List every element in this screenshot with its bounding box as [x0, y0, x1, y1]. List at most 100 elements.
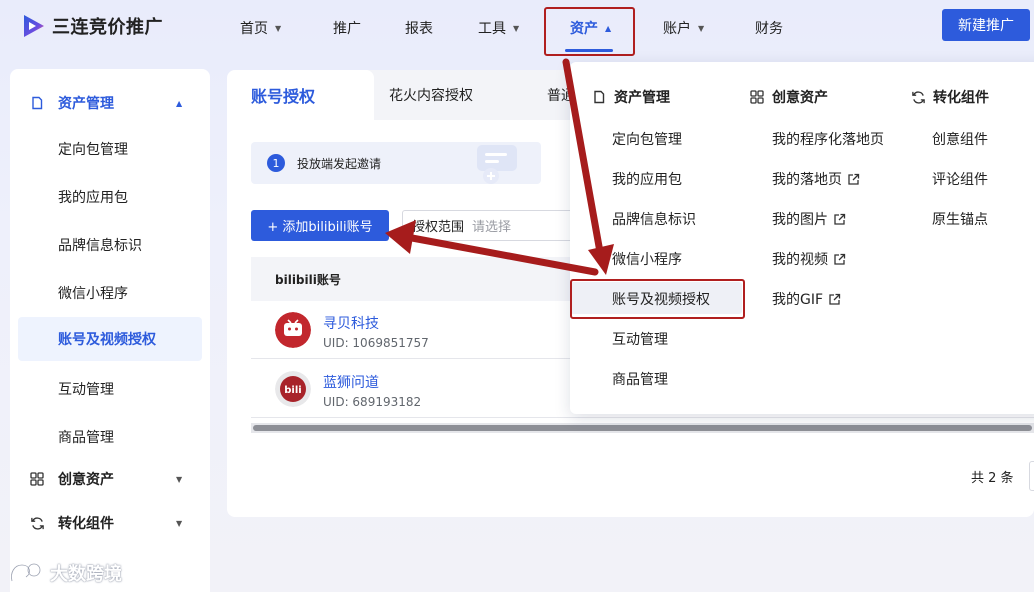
- top-navbar: 三连竞价推广 首页 ▼ 推广 报表 工具 ▼ 资产 ▲ 账户 ▼ 财务 新建推广: [0, 0, 1034, 56]
- nav-report[interactable]: 报表: [405, 18, 433, 38]
- sidebar: 资产管理 ▲ 定向包管理 我的应用包 品牌信息标识 微信小程序 账号及视频授权 …: [10, 69, 210, 592]
- chat-illustration-icon: [477, 145, 517, 184]
- nav-home[interactable]: 首页 ▼: [240, 18, 281, 38]
- tab-spark-auth[interactable]: 花火内容授权: [389, 70, 473, 120]
- refresh-icon: [910, 89, 926, 105]
- dropdown-item-native-anchor[interactable]: 原生锚点: [932, 209, 988, 229]
- grid-icon: [749, 89, 765, 105]
- document-icon: [29, 95, 45, 111]
- dropdown-col-title: 资产管理: [614, 90, 670, 106]
- sidebar-item-wechat-mini[interactable]: 微信小程序: [58, 283, 128, 303]
- auth-scope-select[interactable]: 授权范围 请选择: [402, 210, 582, 241]
- column-header-account: bilibili账号: [275, 272, 341, 287]
- nav-account[interactable]: 账户 ▼: [663, 18, 704, 38]
- dropdown-item-creative-component[interactable]: 创意组件: [932, 129, 988, 149]
- nav-home-label: 首页: [240, 21, 268, 37]
- nav-tools-label: 工具: [478, 21, 506, 37]
- dropdown-item-wechat-mini[interactable]: 微信小程序: [612, 249, 682, 269]
- sidebar-group-creative[interactable]: 创意资产 ▼: [10, 464, 210, 494]
- sidebar-group-label: 转化组件: [58, 516, 114, 532]
- grid-icon: [29, 471, 45, 487]
- dropdown-col-asset-mgmt: 资产管理: [591, 87, 670, 107]
- sidebar-item-goods[interactable]: 商品管理: [58, 427, 114, 447]
- external-link-icon: [829, 293, 841, 305]
- logo-play-icon: [24, 15, 44, 37]
- chevron-up-icon: ▲: [176, 98, 183, 108]
- dropdown-item-goods[interactable]: 商品管理: [612, 369, 668, 389]
- dropdown-item-videos[interactable]: 我的视频: [772, 249, 846, 269]
- dropdown-item-label: 我的视频: [772, 252, 828, 268]
- chevron-down-icon: ▼: [698, 23, 705, 33]
- scrollbar-thumb[interactable]: [253, 425, 1032, 431]
- dropdown-item-label: 我的图片: [772, 212, 828, 228]
- sidebar-item-brand-info[interactable]: 品牌信息标识: [58, 235, 142, 255]
- sidebar-group-asset-mgmt[interactable]: 资产管理 ▲: [10, 88, 210, 118]
- sidebar-item-targeting[interactable]: 定向包管理: [58, 139, 128, 159]
- assets-dropdown-menu: 资产管理 创意资产 转化组件 定向包管理 我的应用包 品牌信息标识 微信小程序 …: [570, 62, 1034, 414]
- avatar: bili: [275, 371, 311, 407]
- chevron-down-icon: ▼: [275, 23, 282, 33]
- nav-promote[interactable]: 推广: [333, 18, 361, 38]
- dropdown-item-landing-page[interactable]: 我的落地页: [772, 169, 860, 189]
- add-bilibili-account-button[interactable]: + 添加bilibili账号: [251, 210, 389, 241]
- account-uid: UID: 1069851757: [323, 336, 429, 350]
- dropdown-item-label: 我的落地页: [772, 172, 842, 188]
- account-name-link[interactable]: 蓝狮问道: [323, 372, 379, 392]
- total-count: 共 2 条: [971, 471, 1014, 486]
- dropdown-item-app-package[interactable]: 我的应用包: [612, 169, 682, 189]
- dropdown-col-title: 转化组件: [933, 90, 989, 106]
- sidebar-item-app-package[interactable]: 我的应用包: [58, 187, 128, 207]
- nav-report-label: 报表: [405, 21, 433, 37]
- dropdown-item-interaction[interactable]: 互动管理: [612, 329, 668, 349]
- annotation-box-account-auth: [570, 279, 745, 319]
- account-uid: UID: 689193182: [323, 395, 422, 409]
- chevron-down-icon: ▼: [176, 518, 183, 528]
- chevron-down-icon: ▼: [176, 474, 183, 484]
- dropdown-item-programmatic-landing[interactable]: 我的程序化落地页: [772, 129, 884, 149]
- dropdown-item-label: 我的程序化落地页: [772, 132, 884, 148]
- watermark: 大数跨境: [8, 560, 122, 586]
- nav-finance[interactable]: 财务: [755, 18, 783, 38]
- dropdown-item-brand-info[interactable]: 品牌信息标识: [612, 209, 696, 229]
- sidebar-group-label: 创意资产: [58, 472, 114, 488]
- dropdown-item-targeting[interactable]: 定向包管理: [612, 129, 682, 149]
- dropdown-item-gif[interactable]: 我的GIF: [772, 289, 841, 309]
- dropdown-item-label: 我的GIF: [772, 292, 824, 308]
- svg-text:bili: bili: [284, 385, 301, 396]
- step-text: 投放端发起邀请: [297, 157, 382, 171]
- watermark-logo-icon: [10, 562, 42, 582]
- external-link-icon: [834, 253, 846, 265]
- app-name: 三连竞价推广: [52, 17, 163, 38]
- app-logo[interactable]: 三连竞价推广: [22, 13, 163, 39]
- dropdown-col-conversion: 转化组件: [910, 87, 989, 107]
- dropdown-item-comment-component[interactable]: 评论组件: [932, 169, 988, 189]
- annotation-box-assets: [544, 7, 635, 56]
- page-size-select[interactable]: [1029, 461, 1034, 491]
- external-link-icon: [834, 213, 846, 225]
- document-icon: [591, 89, 607, 105]
- tab-account-auth[interactable]: 账号授权: [227, 70, 374, 120]
- step-banner: 1 投放端发起邀请: [251, 142, 541, 184]
- scope-placeholder: 请选择: [472, 220, 512, 235]
- horizontal-scrollbar[interactable]: [251, 423, 1034, 433]
- account-name-link[interactable]: 寻贝科技: [323, 313, 379, 333]
- dropdown-col-creative: 创意资产: [749, 87, 828, 107]
- avatar: [275, 312, 311, 348]
- nav-promote-label: 推广: [333, 21, 361, 37]
- sidebar-group-label: 资产管理: [58, 96, 114, 112]
- sidebar-item-interaction[interactable]: 互动管理: [58, 379, 114, 399]
- chevron-down-icon: ▼: [513, 23, 520, 33]
- step-number: 1: [267, 154, 285, 172]
- new-campaign-button[interactable]: 新建推广: [942, 9, 1030, 41]
- nav-tools[interactable]: 工具 ▼: [478, 18, 519, 38]
- external-link-icon: [848, 173, 860, 185]
- nav-finance-label: 财务: [755, 21, 783, 37]
- dropdown-col-title: 创意资产: [772, 90, 828, 106]
- sidebar-group-conversion[interactable]: 转化组件 ▼: [10, 508, 210, 538]
- nav-account-label: 账户: [663, 21, 691, 37]
- sidebar-item-account-auth[interactable]: 账号及视频授权: [18, 317, 202, 361]
- watermark-text: 大数跨境: [50, 564, 122, 585]
- refresh-icon: [29, 515, 45, 531]
- scope-label: 授权范围: [412, 220, 465, 235]
- dropdown-item-images[interactable]: 我的图片: [772, 209, 846, 229]
